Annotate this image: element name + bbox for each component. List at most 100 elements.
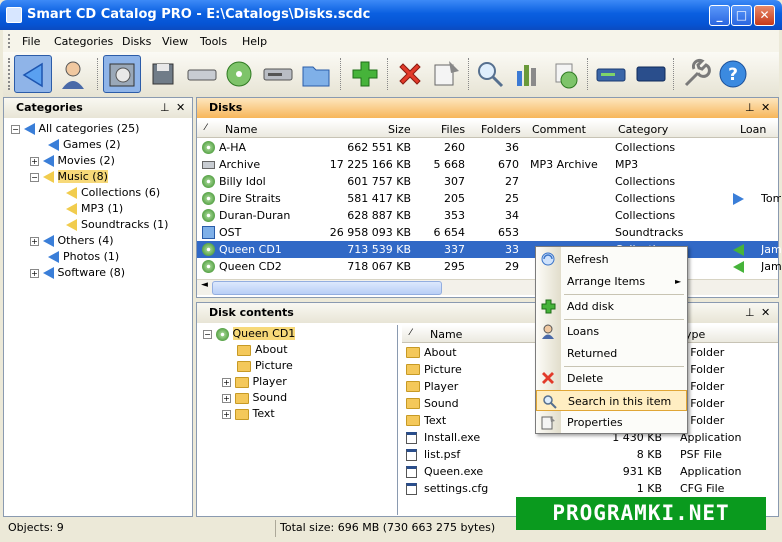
col-loan[interactable]: Loan: [740, 123, 766, 136]
network-drive-button[interactable]: [592, 55, 630, 93]
disk-row[interactable]: Queen CD1713 539 KB33733CollectionsJame: [197, 241, 781, 258]
back-button[interactable]: [14, 55, 52, 93]
tree-item-software[interactable]: + Software (8): [30, 265, 125, 281]
disk-row[interactable]: Dire Straits 581 417 KB 205 25 Collections To…: [197, 190, 781, 207]
file-row[interactable]: Queen.exe 931 KB Application: [402, 463, 778, 480]
disk-row[interactable]: OST 26 958 093 KB 6 654 653 Soundtracks: [197, 224, 778, 241]
close-button[interactable]: ✕: [754, 5, 775, 26]
menu-item-refresh[interactable]: Refresh: [536, 249, 687, 270]
cd-icon: [202, 175, 215, 188]
tree-item-all-categories[interactable]: − All categories (25): [11, 121, 139, 137]
menu-help[interactable]: Help: [242, 35, 267, 48]
disk-row[interactable]: Duran-Duran 628 887 KB 353 34 Collections: [197, 207, 778, 224]
menu-item-search-in-this-item[interactable]: Search in this item: [536, 390, 687, 411]
col-folders[interactable]: Folders: [481, 123, 521, 136]
disk-row[interactable]: A-HA 662 551 KB 260 36 Collections: [197, 139, 778, 156]
settings-button[interactable]: [676, 55, 714, 93]
file-row[interactable]: list.psf 8 KB PSF File: [402, 446, 778, 463]
add-button[interactable]: [346, 55, 384, 93]
drive-button[interactable]: [183, 55, 221, 93]
expand-icon[interactable]: +: [30, 156, 39, 166]
file-row[interactable]: settings.cfg 1 KB CFG File: [402, 480, 778, 497]
tree-item-others[interactable]: + Others (4): [30, 233, 114, 249]
col-size[interactable]: Size: [388, 123, 411, 136]
folder-button[interactable]: [297, 55, 335, 93]
properties-button[interactable]: [427, 55, 465, 93]
tree-item-queen-cd1[interactable]: − Queen CD1: [203, 326, 296, 342]
pin-icon[interactable]: ⊥: [745, 98, 755, 118]
close-panel-icon[interactable]: ✕: [761, 303, 770, 323]
collapse-icon[interactable]: −: [30, 172, 39, 182]
menu-item-add-disk[interactable]: Add disk: [536, 296, 687, 317]
toolbar-grip[interactable]: [8, 58, 11, 90]
file-icon: [406, 432, 417, 444]
tree-item-soundtracks[interactable]: Soundtracks (1): [66, 217, 168, 233]
menu-grip[interactable]: [8, 34, 11, 48]
folder-icon: [237, 344, 251, 356]
menu-view[interactable]: View: [162, 35, 188, 48]
close-panel-icon[interactable]: ✕: [176, 98, 185, 118]
statistics-button[interactable]: [509, 55, 547, 93]
col-category[interactable]: Category: [618, 123, 668, 136]
save-button[interactable]: [144, 55, 182, 93]
tree-item-sound[interactable]: + Sound: [222, 390, 287, 406]
tree-item-music[interactable]: − Music (8): [30, 169, 108, 185]
menu-item-properties[interactable]: Properties: [536, 412, 687, 433]
menu-item-loans[interactable]: Loans: [536, 321, 687, 342]
user-button[interactable]: [54, 55, 92, 93]
pin-icon[interactable]: ⊥: [160, 98, 170, 118]
toolbar-separator: [387, 58, 388, 90]
col-name[interactable]: Name: [225, 123, 257, 136]
menu-item-delete[interactable]: Delete: [536, 368, 687, 389]
expand-icon[interactable]: +: [30, 236, 39, 246]
scroll-left-icon[interactable]: ◄: [201, 280, 208, 290]
expand-icon[interactable]: +: [30, 268, 39, 278]
disk-cell-files: 337: [444, 243, 465, 256]
delete-button[interactable]: [391, 55, 429, 93]
tree-item-mp3[interactable]: MP3 (1): [66, 201, 123, 217]
loan-in-icon: [733, 261, 744, 273]
menu-file[interactable]: File: [22, 35, 40, 48]
scan-disk-button[interactable]: [103, 55, 141, 93]
expand-icon[interactable]: +: [222, 377, 231, 387]
minimize-button[interactable]: _: [709, 5, 730, 26]
cd-report-icon: [555, 63, 578, 89]
removable-drive-button[interactable]: [259, 55, 297, 93]
disks-hscrollbar[interactable]: ◄: [197, 279, 778, 295]
help-button[interactable]: ?: [714, 55, 752, 93]
menu-categories[interactable]: Categories: [54, 35, 113, 48]
toolbar-separator: [97, 58, 98, 90]
tree-item-picture[interactable]: Picture: [237, 358, 293, 374]
drive-2-button[interactable]: [632, 55, 670, 93]
menu-tools[interactable]: Tools: [200, 35, 227, 48]
expand-icon[interactable]: +: [222, 409, 231, 419]
back-icon: [22, 62, 43, 88]
disk-row[interactable]: Archive 17 225 166 KB 5 668 670 MP3 Archive M…: [197, 156, 778, 173]
expand-icon[interactable]: +: [222, 393, 231, 403]
tree-item-collections[interactable]: Collections (6): [66, 185, 160, 201]
search-icon: [543, 395, 557, 409]
tree-item-movies[interactable]: + Movies (2): [30, 153, 115, 169]
cd-button[interactable]: [220, 55, 258, 93]
collapse-icon[interactable]: −: [203, 329, 212, 339]
menu-item-returned[interactable]: Returned: [536, 343, 687, 364]
maximize-button[interactable]: □: [731, 5, 752, 26]
col-files[interactable]: Files: [441, 123, 465, 136]
disk-row[interactable]: Billy Idol 601 757 KB 307 27 Collections: [197, 173, 778, 190]
menu-disks[interactable]: Disks: [122, 35, 151, 48]
pin-icon[interactable]: ⊥: [745, 303, 755, 323]
collapse-icon[interactable]: −: [11, 124, 20, 134]
disk-row[interactable]: Queen CD2718 067 KB29529CollectionsJame: [197, 258, 781, 275]
close-panel-icon[interactable]: ✕: [761, 98, 770, 118]
tree-item-player[interactable]: + Player: [222, 374, 287, 390]
tree-item-photos[interactable]: Photos (1): [48, 249, 119, 265]
tree-item-games[interactable]: Games (2): [48, 137, 121, 153]
col-comment[interactable]: Comment: [532, 123, 586, 136]
tree-item-about[interactable]: About: [237, 342, 288, 358]
col-file-name[interactable]: Name: [430, 328, 462, 341]
cd-report-button[interactable]: [547, 55, 585, 93]
tree-item-text[interactable]: + Text: [222, 406, 275, 422]
scroll-thumb[interactable]: [212, 281, 442, 295]
menu-item-arrange-items[interactable]: Arrange Items ►: [536, 271, 687, 292]
search-button[interactable]: [471, 55, 509, 93]
